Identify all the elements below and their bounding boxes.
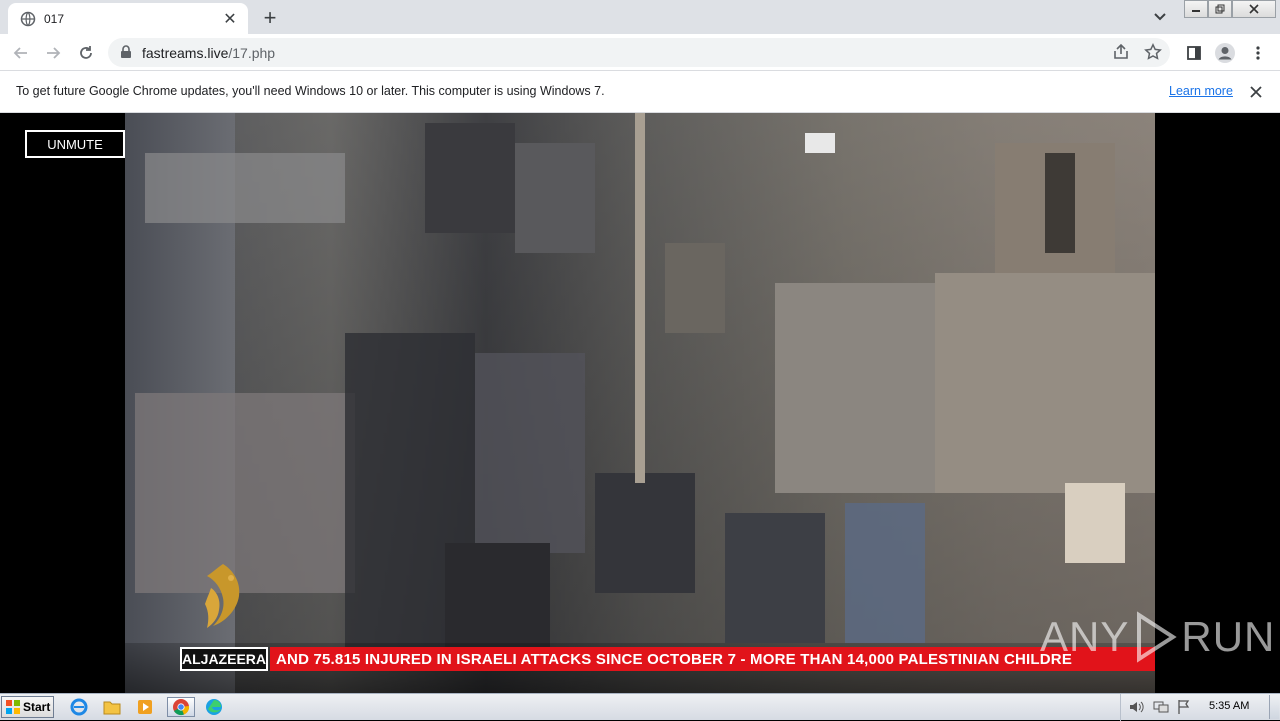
menu-button[interactable] <box>1245 40 1271 66</box>
channel-brand-label: ALJAZEERA <box>180 647 268 671</box>
tab-strip: 017 ✕ + <box>0 0 1280 34</box>
taskbar-edge[interactable] <box>203 697 225 717</box>
play-triangle-icon <box>1137 611 1178 663</box>
url-text: fastreams.live/17.php <box>142 45 275 61</box>
clock[interactable]: 5:35 AM <box>1209 700 1249 712</box>
tab-017[interactable]: 017 ✕ <box>8 3 248 34</box>
address-bar[interactable]: fastreams.live/17.php <box>108 38 1170 67</box>
folder-icon <box>103 701 121 715</box>
lock-icon[interactable] <box>120 45 132 59</box>
close-icon <box>1249 4 1259 14</box>
show-desktop-button[interactable] <box>1269 695 1279 719</box>
back-button[interactable] <box>8 40 34 66</box>
anyrun-watermark: ANY RUN <box>1040 611 1275 663</box>
system-tray: 5:35 AM <box>1120 694 1280 721</box>
taskbar-explorer[interactable] <box>101 697 123 717</box>
video-scene <box>635 113 645 483</box>
more-vertical-icon <box>1256 46 1260 60</box>
chevron-down-icon[interactable] <box>1150 8 1170 26</box>
edge-icon <box>206 699 222 715</box>
video-scene <box>725 513 825 643</box>
video-scene <box>475 353 585 553</box>
tab-title: 017 <box>44 11 65 26</box>
media-player-icon <box>138 700 152 714</box>
url-host: fastreams.live <box>142 45 229 61</box>
network-icon[interactable] <box>1153 700 1169 714</box>
infobar-message: To get future Google Chrome updates, you… <box>16 84 605 98</box>
unmute-button[interactable]: UNMUTE <box>25 130 125 158</box>
reload-button[interactable] <box>73 40 99 66</box>
taskbar-ie[interactable] <box>68 697 90 717</box>
watermark-left: ANY <box>1040 613 1130 660</box>
bookmark-star-icon[interactable] <box>1144 43 1162 61</box>
restore-button[interactable] <box>1208 0 1232 18</box>
new-tab-button[interactable]: + <box>258 5 282 30</box>
video-scene <box>1065 483 1125 563</box>
side-panel-icon <box>1187 46 1201 60</box>
volume-icon[interactable] <box>1129 700 1145 714</box>
start-label: Start <box>23 700 51 714</box>
infobar-close-icon[interactable] <box>1247 83 1265 101</box>
restore-icon <box>1215 4 1225 14</box>
learn-more-link[interactable]: Learn more <box>1169 84 1233 98</box>
start-button[interactable]: Start <box>1 696 54 718</box>
aljazeera-logo-icon <box>205 564 240 628</box>
globe-icon <box>20 11 36 26</box>
side-panel-button[interactable] <box>1181 40 1207 66</box>
reload-icon <box>80 46 92 59</box>
video-scene <box>515 143 595 253</box>
browser-toolbar: fastreams.live/17.php <box>0 34 1280 71</box>
internet-explorer-icon <box>70 698 88 716</box>
video-player[interactable]: UNMUTE ALJAZEERA AND 75.815 INJURED IN I… <box>0 113 1280 693</box>
video-frame[interactable] <box>125 113 1155 693</box>
action-center-flag-icon[interactable] <box>1177 699 1191 715</box>
minimize-icon <box>1192 10 1200 12</box>
video-scene <box>595 473 695 593</box>
video-scene <box>145 153 345 223</box>
minimize-button[interactable] <box>1184 0 1208 18</box>
taskbar: Start 5:35 AM <box>0 693 1280 721</box>
video-scene <box>425 123 515 233</box>
window-controls <box>1184 0 1276 18</box>
profile-avatar-icon <box>1215 43 1235 63</box>
video-scene <box>845 503 925 643</box>
video-scene <box>775 283 935 493</box>
close-window-button[interactable] <box>1232 0 1276 18</box>
windows-logo-icon <box>6 700 20 714</box>
tab-close-icon[interactable]: ✕ <box>222 11 238 28</box>
forward-button[interactable] <box>40 40 66 66</box>
forward-arrow-icon <box>47 47 61 59</box>
url-path: /17.php <box>228 45 276 61</box>
update-infobar: To get future Google Chrome updates, you… <box>0 71 1280 113</box>
watermark-right: RUN <box>1181 613 1276 660</box>
profile-button[interactable] <box>1212 40 1238 66</box>
video-scene <box>935 273 1155 493</box>
video-scene <box>665 243 725 333</box>
video-scene <box>805 133 835 153</box>
video-scene <box>1045 153 1075 253</box>
chrome-icon <box>173 699 190 716</box>
taskbar-chrome[interactable] <box>167 697 195 717</box>
back-arrow-icon <box>13 47 27 59</box>
news-ticker: AND 75.815 INJURED IN ISRAELI ATTACKS SI… <box>270 647 1155 671</box>
taskbar-media-player[interactable] <box>134 697 156 717</box>
share-icon[interactable] <box>1112 43 1130 61</box>
